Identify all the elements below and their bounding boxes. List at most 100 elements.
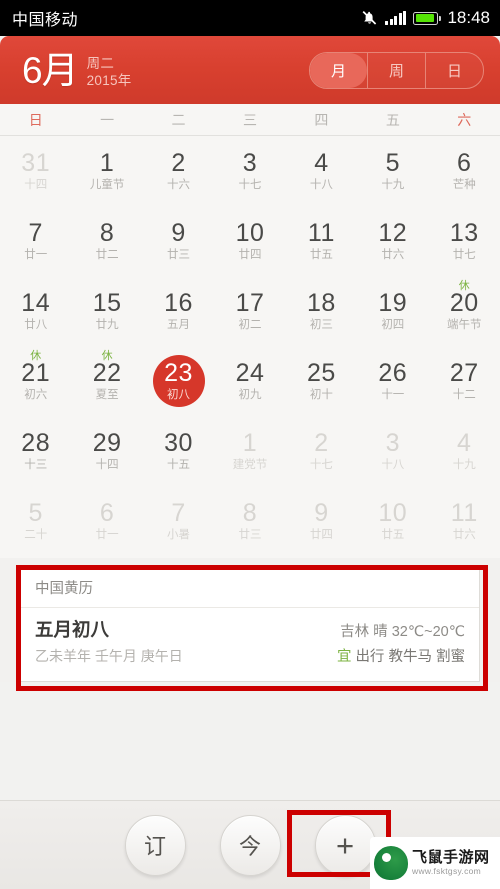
day-lunar-label: 十七 xyxy=(238,178,262,191)
calendar-day-cell[interactable]: 休 21 初六 xyxy=(0,346,71,416)
view-mode-segmented-control[interactable]: 月 周 日 xyxy=(309,51,484,89)
day-number: 11 xyxy=(307,218,335,247)
battery-icon xyxy=(413,11,442,25)
day-lunar-label: 十八 xyxy=(381,458,405,471)
day-number: 18 xyxy=(306,288,336,317)
day-number: 21 xyxy=(21,358,51,387)
day-lunar-label: 廿一 xyxy=(24,248,48,261)
calendar-day-cell[interactable]: 31 十四 xyxy=(0,136,71,206)
calendar-day-cell[interactable]: 2 十七 xyxy=(286,416,357,486)
day-lunar-label: 廿三 xyxy=(238,528,262,541)
day-lunar-label: 廿一 xyxy=(95,528,119,541)
calendar-day-cell[interactable]: 24 初九 xyxy=(214,346,285,416)
calendar-day-cell[interactable]: 10 廿四 xyxy=(214,206,285,276)
today-button[interactable]: 今 xyxy=(219,814,281,876)
watermark-text: 飞鼠手游网 www.fsktgsy.com xyxy=(412,849,490,877)
day-number: 5 xyxy=(28,498,43,527)
calendar-day-cell[interactable]: 5 二十 xyxy=(0,486,71,556)
day-number: 11 xyxy=(450,498,478,527)
calendar-week-row: 14 廿八 15 廿九 16 五月 17 初二 18 初三 19 初四休 20 端午节 xyxy=(0,276,500,346)
calendar-day-cell[interactable]: 9 廿四 xyxy=(286,486,357,556)
calendar-day-cell-selected[interactable]: 23 初八 xyxy=(143,346,214,416)
day-number: 15 xyxy=(92,288,122,317)
calendar-week-row: 31 十四 1 儿童节 2 十六 3 十七 4 十八 5 十九 6 芒种 xyxy=(0,136,500,206)
day-lunar-label: 五月 xyxy=(167,318,191,331)
day-lunar-label: 十四 xyxy=(95,458,119,471)
calendar-day-cell[interactable]: 休 20 端午节 xyxy=(429,276,500,346)
calendar-day-cell[interactable]: 6 廿一 xyxy=(71,486,142,556)
day-number: 10 xyxy=(235,218,265,247)
subscribe-button-label: 订 xyxy=(143,834,166,859)
auspicious-line: 宜出行 教牛马 割蜜 xyxy=(337,646,465,669)
day-lunar-label: 十四 xyxy=(24,178,48,191)
day-number: 7 xyxy=(171,498,186,527)
calendar-day-cell[interactable]: 18 初三 xyxy=(286,276,357,346)
calendar-grid[interactable]: 31 十四 1 儿童节 2 十六 3 十七 4 十八 5 十九 6 芒种 7 廿一 8 廿二 9 廿三 10 廿四 11 廿五… xyxy=(0,136,500,558)
day-number: 3 xyxy=(385,428,401,457)
day-number: 19 xyxy=(378,288,408,317)
calendar-day-cell[interactable]: 19 初四 xyxy=(357,276,428,346)
calendar-day-cell[interactable]: 27 十二 xyxy=(429,346,500,416)
calendar-day-cell[interactable]: 6 芒种 xyxy=(429,136,500,206)
carrier-label: 中国移动 xyxy=(12,12,79,29)
calendar-day-cell[interactable]: 14 廿八 xyxy=(0,276,71,346)
calendar-day-cell[interactable]: 4 十八 xyxy=(286,136,357,206)
day-lunar-label: 十三 xyxy=(24,458,48,471)
calendar-day-cell[interactable]: 15 廿九 xyxy=(71,276,142,346)
day-number: 1 xyxy=(242,428,258,457)
rest-day-badge: 休 xyxy=(30,350,42,362)
day-lunar-label: 廿六 xyxy=(452,528,476,541)
calendar-day-cell[interactable]: 8 廿三 xyxy=(214,486,285,556)
weather-label: 吉林 晴 32℃~20℃ xyxy=(340,624,465,640)
calendar-day-cell[interactable]: 9 廿三 xyxy=(143,206,214,276)
tab-day[interactable]: 日 xyxy=(425,52,483,88)
calendar-week-row: 休 21 初六休 22 夏至 23 初八 24 初九 25 初十 26 十一 27 十二 xyxy=(0,346,500,416)
day-lunar-label: 儿童节 xyxy=(89,178,125,191)
calendar-day-cell[interactable]: 7 小暑 xyxy=(143,486,214,556)
calendar-day-cell[interactable]: 26 十一 xyxy=(357,346,428,416)
mute-bell-icon xyxy=(361,10,378,27)
day-number: 5 xyxy=(385,148,401,177)
calendar-day-cell[interactable]: 10 廿五 xyxy=(357,486,428,556)
calendar-day-cell[interactable]: 11 廿五 xyxy=(286,206,357,276)
day-lunar-label: 廿二 xyxy=(95,248,119,261)
calendar-day-cell[interactable]: 4 十九 xyxy=(429,416,500,486)
calendar-day-cell[interactable]: 28 十三 xyxy=(0,416,71,486)
calendar-day-cell[interactable]: 30 十五 xyxy=(143,416,214,486)
calendar-day-cell[interactable]: 8 廿二 xyxy=(71,206,142,276)
weekday-sat: 六 xyxy=(457,111,472,128)
weekday-fri: 五 xyxy=(385,111,400,128)
day-number: 23 xyxy=(164,358,193,387)
calendar-day-cell[interactable]: 7 廿一 xyxy=(0,206,71,276)
yi-badge: 宜 xyxy=(336,649,352,665)
calendar-day-cell[interactable]: 1 建党节 xyxy=(214,416,285,486)
day-lunar-label: 十九 xyxy=(452,458,476,471)
calendar-day-cell[interactable]: 休 22 夏至 xyxy=(71,346,142,416)
day-lunar-label: 芒种 xyxy=(452,178,476,191)
day-lunar-label: 端午节 xyxy=(446,318,482,331)
calendar-day-cell[interactable]: 11 廿六 xyxy=(429,486,500,556)
calendar-day-cell[interactable]: 1 儿童节 xyxy=(71,136,142,206)
clock-label: 18:48 xyxy=(447,8,490,27)
calendar-day-cell[interactable]: 2 十六 xyxy=(143,136,214,206)
calendar-day-cell[interactable]: 3 十七 xyxy=(214,136,285,206)
add-event-button[interactable]: + xyxy=(314,814,376,876)
calendar-day-cell[interactable]: 3 十八 xyxy=(357,416,428,486)
tab-month[interactable]: 月 xyxy=(310,52,367,88)
day-lunar-label: 廿八 xyxy=(24,318,48,331)
day-lunar-label: 初二 xyxy=(238,318,262,331)
calendar-day-cell[interactable]: 25 初十 xyxy=(286,346,357,416)
calendar-day-cell[interactable]: 29 十四 xyxy=(71,416,142,486)
calendar-day-cell[interactable]: 16 五月 xyxy=(143,276,214,346)
calendar-day-cell[interactable]: 17 初二 xyxy=(214,276,285,346)
tab-week[interactable]: 周 xyxy=(367,52,425,88)
calendar-day-cell[interactable]: 13 廿七 xyxy=(429,206,500,276)
day-number: 4 xyxy=(457,428,472,457)
almanac-card[interactable]: 中国黄历 五月初八 乙未羊年 壬午月 庚午日 吉林 晴 32℃~20℃ 宜出行 … xyxy=(20,566,480,682)
subscribe-button[interactable]: 订 xyxy=(124,814,186,876)
calendar-day-cell[interactable]: 12 廿六 xyxy=(357,206,428,276)
almanac-card-title: 中国黄历 xyxy=(21,567,479,608)
calendar-day-cell[interactable]: 5 十九 xyxy=(357,136,428,206)
calendar-week-row: 28 十三 29 十四 30 十五 1 建党节 2 十七 3 十八 4 十九 xyxy=(0,416,500,486)
day-number: 9 xyxy=(171,218,186,247)
